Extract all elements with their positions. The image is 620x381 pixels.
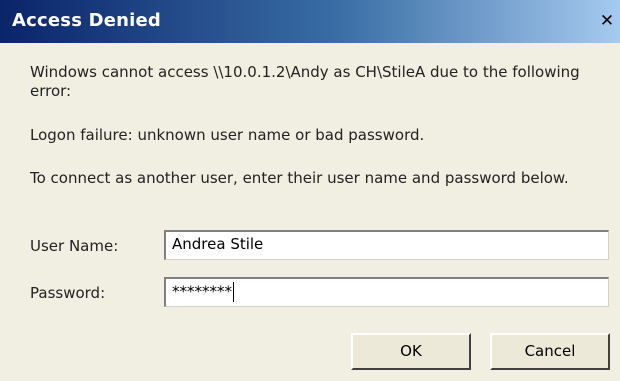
- close-icon[interactable]: ✕: [598, 12, 616, 30]
- ok-button[interactable]: OK: [351, 333, 471, 370]
- password-label: Password:: [30, 284, 106, 302]
- username-value: Andrea Stile: [172, 235, 264, 253]
- title-bar[interactable]: Access Denied ✕: [0, 0, 620, 43]
- username-label: User Name:: [30, 237, 119, 255]
- username-field[interactable]: Andrea Stile: [164, 230, 609, 260]
- password-value: ********: [172, 282, 232, 301]
- instruction-text: To connect as another user, enter their …: [30, 169, 569, 187]
- text-caret: [233, 282, 234, 302]
- error-detail-text: Logon failure: unknown user name or bad …: [30, 126, 425, 144]
- password-field[interactable]: ********: [164, 277, 609, 307]
- error-intro-text: Windows cannot access \\10.0.1.2\Andy as…: [30, 63, 580, 100]
- cancel-button[interactable]: Cancel: [490, 333, 610, 370]
- window-title: Access Denied: [12, 10, 161, 31]
- access-denied-dialog: Access Denied ✕ Windows cannot access \\…: [0, 0, 620, 381]
